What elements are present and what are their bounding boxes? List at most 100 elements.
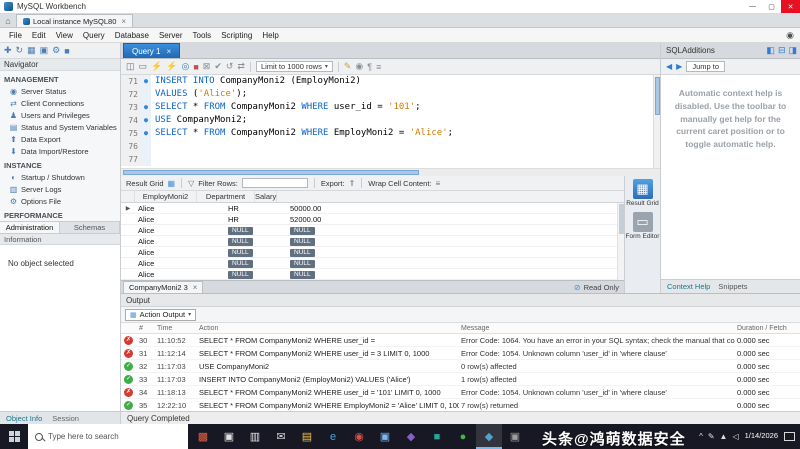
grid-cell[interactable]: NULL bbox=[287, 258, 345, 268]
output-view-selector[interactable]: ▦ Action Output ▾ bbox=[125, 308, 197, 321]
output-rows[interactable]: ✗ 30 11:10:52 SELECT * FROM CompanyMoni2 WH… bbox=[121, 334, 800, 411]
maximize-button[interactable]: ▢ bbox=[762, 0, 781, 13]
grid-cell[interactable]: Alice bbox=[135, 270, 225, 279]
taskbar-clock[interactable]: 1/14/2026 bbox=[745, 432, 778, 440]
toolbar-icon[interactable]: ⚙ bbox=[52, 45, 60, 56]
tray-icon[interactable]: ^ bbox=[699, 432, 703, 441]
tab-session[interactable]: Session bbox=[52, 414, 79, 423]
menu-item[interactable]: Query bbox=[78, 31, 110, 40]
grid-cell[interactable]: NULL bbox=[225, 225, 287, 235]
editor-toolbar-icon[interactable]: ≡ bbox=[376, 62, 381, 72]
grid-cell[interactable]: NULL bbox=[287, 269, 345, 279]
column-header-employmoni2[interactable]: EmployMoni2 bbox=[135, 191, 197, 202]
menu-item[interactable]: Scripting bbox=[216, 31, 257, 40]
taskbar-app-icon[interactable]: ▥ bbox=[242, 424, 268, 449]
menu-item[interactable]: Database bbox=[110, 31, 154, 40]
menu-item[interactable]: File bbox=[4, 31, 27, 40]
query-tab[interactable]: Query 1 × bbox=[123, 43, 181, 58]
toolbar-icon[interactable]: ▦ bbox=[27, 45, 36, 56]
taskbar-app-icon[interactable]: ▣ bbox=[216, 424, 242, 449]
grid-cell[interactable]: HR bbox=[225, 204, 287, 213]
taskbar-app-icon[interactable]: ■ bbox=[424, 424, 450, 449]
result-grid-row[interactable]: Alice NULL NULL bbox=[121, 258, 624, 269]
tab-context-help[interactable]: Context Help bbox=[667, 282, 710, 291]
editor-toolbar-icon[interactable]: ⚡ bbox=[151, 61, 162, 72]
editor-toolbar-icon[interactable]: ✔ bbox=[214, 61, 222, 72]
output-row[interactable]: ✗ 31 11:12:14 SELECT * FROM CompanyMoni2 WH… bbox=[121, 347, 800, 360]
navigator-item[interactable]: ⇄ Client Connections bbox=[0, 97, 120, 109]
grid-cell[interactable]: Alice bbox=[135, 204, 225, 213]
close-query-tab-icon[interactable]: × bbox=[166, 47, 171, 56]
toolbar-icon[interactable]: ■ bbox=[64, 46, 69, 56]
result-grid-row[interactable]: Alice HR 52000.00 bbox=[121, 214, 624, 225]
grid-cell[interactable]: NULL bbox=[287, 247, 345, 257]
result-grid-row[interactable]: Alice NULL NULL bbox=[121, 247, 624, 258]
navigator-item[interactable]: ▥ Server Logs bbox=[0, 183, 120, 195]
taskbar-app-icon[interactable]: ▣ bbox=[372, 424, 398, 449]
column-header-department[interactable]: Department bbox=[197, 191, 255, 202]
navigator-item[interactable]: ♟ Users and Privileges bbox=[0, 109, 120, 121]
output-row[interactable]: ✓ 32 11:17:03 USE CompanyMoni2 0 row(s) affe… bbox=[121, 360, 800, 373]
menu-item[interactable]: View bbox=[51, 31, 78, 40]
grid-cell[interactable]: Alice bbox=[135, 248, 225, 257]
close-button[interactable]: ✕ bbox=[781, 0, 800, 13]
close-result-tab-icon[interactable]: × bbox=[193, 283, 198, 292]
toolbar-icon[interactable]: ▣ bbox=[40, 45, 49, 56]
layout-toggle-icon[interactable]: ⊟ bbox=[778, 45, 786, 56]
menu-item[interactable]: Tools bbox=[188, 31, 217, 40]
editor-toolbar-icon[interactable]: ■ bbox=[193, 62, 198, 72]
editor-horizontal-scrollbar[interactable] bbox=[121, 168, 660, 176]
navigator-item[interactable]: ▤ Status and System Variables bbox=[0, 121, 120, 133]
grid-cell[interactable]: NULL bbox=[287, 236, 345, 246]
taskbar-app-icon[interactable]: ◆ bbox=[476, 424, 502, 449]
editor-line[interactable]: 71 ● INSERT INTO CompanyMoni2 (EmployMoni2… bbox=[121, 75, 660, 88]
grid-cell[interactable]: HR bbox=[225, 215, 287, 224]
editor-line[interactable]: 73 ● SELECT * FROM CompanyMoni2 WHERE user… bbox=[121, 101, 660, 114]
editor-line[interactable]: 77 bbox=[121, 153, 660, 166]
taskbar-app-icon[interactable]: ✉ bbox=[268, 424, 294, 449]
editor-toolbar-icon[interactable]: ¶ bbox=[367, 62, 372, 72]
sql-editor[interactable]: 71 ● INSERT INTO CompanyMoni2 (EmployMoni2… bbox=[121, 75, 660, 168]
grid-cell[interactable]: Alice bbox=[135, 237, 225, 246]
limit-rows-dropdown[interactable]: Limit to 1000 rows ▾ bbox=[255, 61, 333, 72]
editor-toolbar-icon[interactable]: ⇄ bbox=[237, 61, 245, 72]
tab-snippets[interactable]: Snippets bbox=[718, 282, 747, 291]
grid-cell[interactable]: NULL bbox=[225, 247, 287, 257]
editor-toolbar-icon[interactable]: ◫ bbox=[126, 61, 135, 72]
navigator-item[interactable]: ⬇ Data Import/Restore bbox=[0, 145, 120, 157]
grid-cell[interactable]: 50000.00 bbox=[287, 204, 345, 213]
grid-cell[interactable]: Alice bbox=[135, 226, 225, 235]
editor-vertical-scrollbar[interactable] bbox=[653, 75, 660, 168]
navigator-item[interactable]: ⚙ Options File bbox=[0, 195, 120, 207]
menu-item[interactable]: Help bbox=[257, 31, 283, 40]
column-header-salary[interactable]: Salary bbox=[255, 191, 278, 202]
result-tab[interactable]: CompanyMoni2 3 × bbox=[123, 281, 204, 293]
back-icon[interactable]: ◀ bbox=[666, 62, 672, 71]
editor-toolbar-icon[interactable]: ⚡ bbox=[166, 61, 177, 72]
minimize-button[interactable]: — bbox=[743, 0, 762, 13]
navigator-item[interactable]: ◐ Startup / Shutdown bbox=[0, 171, 120, 183]
start-button[interactable] bbox=[0, 424, 28, 449]
editor-line[interactable]: 72 VALUES ('Alice'); bbox=[121, 88, 660, 101]
menu-item[interactable]: Edit bbox=[27, 31, 51, 40]
notification-icon[interactable] bbox=[784, 432, 795, 441]
layout-toggle-icon[interactable]: ◧ bbox=[766, 45, 775, 56]
toolbar-icon[interactable]: ✚ bbox=[4, 45, 12, 56]
export-icon[interactable]: ⇑ bbox=[349, 179, 356, 188]
taskbar-app-icon[interactable]: ▣ bbox=[502, 424, 528, 449]
editor-toolbar-icon[interactable]: ◉ bbox=[355, 61, 363, 72]
editor-toolbar-icon[interactable]: ⊠ bbox=[203, 61, 211, 72]
result-view-button[interactable]: ▭ Form Editor bbox=[626, 212, 660, 240]
close-connection-tab-icon[interactable]: × bbox=[121, 17, 126, 26]
editor-toolbar-icon[interactable]: ◎ bbox=[181, 61, 189, 72]
forward-icon[interactable]: ▶ bbox=[676, 62, 682, 71]
result-grid-row[interactable]: Alice NULL NULL bbox=[121, 225, 624, 236]
editor-line[interactable]: 74 ● USE CompanyMoni2; bbox=[121, 114, 660, 127]
result-grid-row[interactable]: Alice NULL NULL bbox=[121, 236, 624, 247]
navigator-item[interactable]: ◉ Server Status bbox=[0, 85, 120, 97]
search-input[interactable] bbox=[48, 432, 166, 441]
editor-toolbar-icon[interactable]: ✎ bbox=[344, 61, 352, 72]
connection-tab[interactable]: Local instance MySQL80 × bbox=[16, 14, 134, 27]
grid-cell[interactable]: NULL bbox=[225, 258, 287, 268]
grid-cell[interactable]: NULL bbox=[225, 269, 287, 279]
